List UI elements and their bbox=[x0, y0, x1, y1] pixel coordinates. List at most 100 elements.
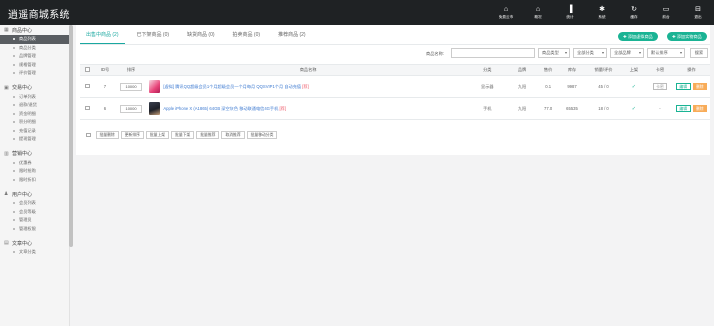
sidebar-item-permissions[interactable]: 管理权限 bbox=[0, 225, 69, 234]
sidebar-item-recharge[interactable]: 充值记录 bbox=[0, 127, 69, 136]
delete-button[interactable]: 删除 bbox=[692, 83, 708, 90]
sidebar-group-header[interactable]: ▦ 商品中心 bbox=[0, 25, 69, 35]
sidebar-item-brand[interactable]: 品牌管理 bbox=[0, 52, 69, 61]
update-sort-button[interactable]: 更新排序 bbox=[120, 131, 144, 139]
tab-auction[interactable]: 拍卖商品 (0) bbox=[227, 28, 267, 44]
card-key-button[interactable]: 卡密 bbox=[652, 83, 668, 90]
goods-thumbnail[interactable] bbox=[149, 102, 161, 115]
goods-name-input[interactable] bbox=[451, 48, 535, 58]
goods-tabs: 出售中商品 (2) 已下架商品 (0) 缺货商品 (0) 拍卖商品 (0) 推荐… bbox=[80, 28, 318, 44]
sidebar-item-funds[interactable]: 资金明细 bbox=[0, 110, 69, 119]
logout-icon: ⊟ bbox=[695, 5, 701, 13]
goods-name-link[interactable]: [虚拟] 腾讯QQ超级会员1个月超级会员一个月每月 QQSVIP1个月 自动充值… bbox=[163, 84, 308, 89]
tab-out-of-stock[interactable]: 缺货商品 (0) bbox=[181, 28, 221, 44]
sidebar-item-review[interactable]: 评价管理 bbox=[0, 69, 69, 78]
sidebar-group-header[interactable]: ▤ 文章中心 bbox=[0, 238, 69, 248]
bulk-delete-button[interactable]: 批量删除 bbox=[95, 131, 119, 139]
bullet-icon bbox=[13, 63, 15, 66]
sidebar-item-flash-sale[interactable]: 限时抢购 bbox=[0, 167, 69, 176]
sidebar-item-spec[interactable]: 规格管理 bbox=[0, 61, 69, 70]
goods-thumbnail[interactable] bbox=[149, 80, 161, 93]
sidebar-item-label: 限时折扣 bbox=[19, 176, 36, 182]
select-all-cell bbox=[80, 64, 96, 76]
sidebar-item-members[interactable]: 会员列表 bbox=[0, 199, 69, 208]
sort-input[interactable]: 10000 bbox=[120, 82, 143, 91]
top-nav-frontend[interactable]: ▭ 前台 bbox=[650, 0, 682, 25]
bullet-icon bbox=[13, 72, 15, 75]
sidebar-item-goods-list[interactable]: 商品列表 bbox=[0, 35, 69, 44]
sidebar-item-member-level[interactable]: 会员等级 bbox=[0, 208, 69, 217]
top-nav-home[interactable]: ⌂ 免费云市 bbox=[490, 0, 522, 25]
brand-select[interactable]: 全部品牌 bbox=[610, 48, 644, 58]
row-checkbox[interactable] bbox=[85, 105, 90, 111]
sidebar-item-label: 会员列表 bbox=[19, 200, 36, 206]
check-icon[interactable]: ✓ bbox=[632, 84, 636, 90]
sidebar-item-label: 限时抢购 bbox=[19, 168, 36, 174]
sidebar-item-label: 充值记录 bbox=[19, 127, 36, 133]
tab-off-shelf[interactable]: 已下架商品 (0) bbox=[131, 28, 176, 44]
bulk-recommend-button[interactable]: 批量推荐 bbox=[196, 131, 220, 139]
add-virtual-goods-button[interactable]: ✚ 添加虚拟商品 bbox=[618, 32, 658, 41]
bullet-icon bbox=[13, 46, 15, 49]
tab-on-sale[interactable]: 出售中商品 (2) bbox=[80, 28, 125, 44]
sidebar-item-goods-category[interactable]: 商品分类 bbox=[0, 44, 69, 53]
sidebar-item-discount[interactable]: 限时折扣 bbox=[0, 176, 69, 185]
bullet-icon bbox=[13, 227, 15, 230]
column-header[interactable]: 排序 bbox=[114, 64, 148, 76]
sidebar-item-withdraw[interactable]: 提现管理 bbox=[0, 135, 69, 144]
sidebar-item-label: 资金明细 bbox=[19, 110, 36, 116]
sidebar-item-points[interactable]: 积分明细 bbox=[0, 118, 69, 127]
top-nav-stats[interactable]: ▐ 统计 bbox=[554, 0, 586, 25]
marketing-icon: ▥ bbox=[4, 150, 9, 157]
edit-button[interactable]: 编辑 bbox=[675, 83, 691, 90]
column-header: 品牌 bbox=[505, 64, 539, 76]
sort-select[interactable]: 默认排序 bbox=[647, 48, 685, 58]
row-checkbox[interactable] bbox=[85, 83, 90, 89]
edit-button[interactable]: 编辑 bbox=[675, 105, 691, 112]
sidebar-item-coupon[interactable]: 优惠券 bbox=[0, 159, 69, 168]
goods-type-select[interactable]: 商品类型 bbox=[538, 48, 570, 58]
column-header[interactable]: 销量/评价 bbox=[586, 64, 621, 76]
sidebar-item-refund[interactable]: 退款/退货 bbox=[0, 101, 69, 110]
sidebar-group-header[interactable]: ▥ 营销中心 bbox=[0, 149, 69, 159]
column-header[interactable]: 库存 bbox=[557, 64, 587, 76]
top-nav-overview[interactable]: ⌂ 概况 bbox=[522, 0, 554, 25]
bulk-move-category-button[interactable]: 批量移动分类 bbox=[246, 131, 278, 139]
bullet-icon bbox=[13, 251, 15, 254]
top-nav-cache[interactable]: ↻ 缓存 bbox=[618, 0, 650, 25]
search-button[interactable]: 搜索 bbox=[690, 48, 708, 58]
sidebar-scrollbar[interactable] bbox=[69, 25, 73, 247]
sidebar-group-header[interactable]: ♟ 用户中心 bbox=[0, 189, 69, 199]
sidebar-item-orders[interactable]: 订单列表 bbox=[0, 93, 69, 102]
frontend-icon: ▭ bbox=[662, 5, 670, 13]
top-nav-logout[interactable]: ⊟ 退出 bbox=[682, 0, 714, 25]
add-physical-goods-button[interactable]: ✚ 添加实物商品 bbox=[667, 32, 707, 41]
category-select[interactable]: 全部分类 bbox=[573, 48, 607, 58]
bullet-icon bbox=[13, 55, 15, 58]
bulk-on-shelf-button[interactable]: 批量上架 bbox=[145, 131, 170, 139]
bulk-off-shelf-button[interactable]: 批量下架 bbox=[171, 131, 195, 139]
cancel-recommend-button[interactable]: 取消推荐 bbox=[221, 131, 245, 139]
check-icon[interactable]: ✓ bbox=[632, 106, 636, 112]
column-header[interactable]: ID号 bbox=[95, 64, 115, 76]
sidebar-item-admins[interactable]: 管理员 bbox=[0, 216, 69, 225]
goods-name-text: Apple iPhone X (A1865) 64GB 深空灰色 移动联通电信4… bbox=[163, 106, 279, 111]
goods-id: 6 bbox=[95, 97, 115, 120]
sidebar-group-article: ▤ 文章中心 文章分类 bbox=[0, 238, 69, 257]
goods-name-link[interactable]: Apple iPhone X (A1865) 64GB 深空灰色 移动联通电信4… bbox=[163, 106, 286, 111]
sidebar-item-article-category[interactable]: 文章分类 bbox=[0, 248, 69, 257]
system-icon: ✱ bbox=[599, 5, 605, 13]
sidebar-group-header[interactable]: ▣ 交易中心 bbox=[0, 83, 69, 93]
sort-input[interactable]: 10000 bbox=[120, 104, 143, 113]
sidebar-group-user: ♟ 用户中心 会员列表 会员等级 管理员 管理权限 bbox=[0, 189, 69, 233]
select-all-checkbox[interactable] bbox=[85, 67, 90, 72]
column-header[interactable]: 售价 bbox=[538, 64, 558, 76]
delete-button[interactable]: 删除 bbox=[692, 105, 708, 112]
top-nav-label: 系统 bbox=[598, 14, 606, 19]
bullet-icon bbox=[13, 210, 15, 213]
search-bar: 商品名称: 商品类型 全部分类 搜索 全部品牌默认排序 bbox=[76, 48, 710, 58]
top-nav-label: 统计 bbox=[566, 14, 574, 19]
bulk-select-checkbox[interactable] bbox=[86, 132, 91, 138]
tab-recommended[interactable]: 推荐商品 (2) bbox=[272, 28, 312, 44]
top-nav-system[interactable]: ✱ 系统 bbox=[586, 0, 618, 25]
